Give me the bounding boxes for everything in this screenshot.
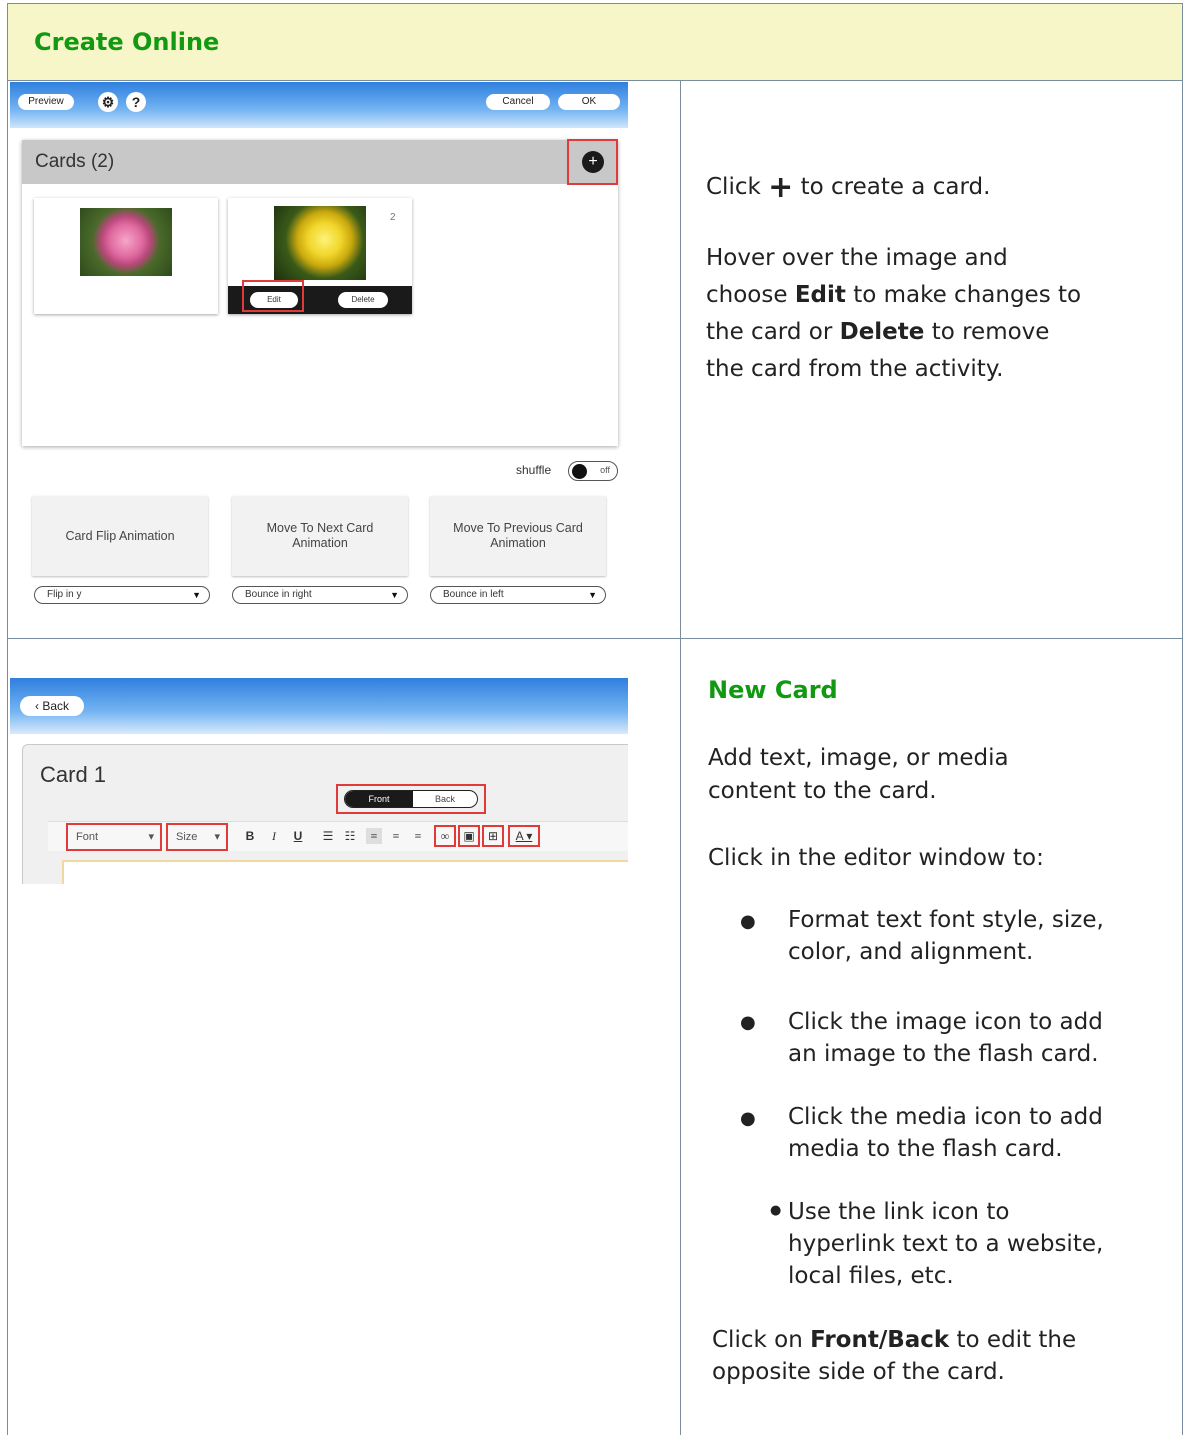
instruction-line: Click on Front/Back to edit the (712, 1327, 1077, 1353)
instruction-line: Add text, image, or media (708, 745, 1009, 771)
toggle-knob (572, 464, 587, 479)
editor-toolbar: Preview ⚙ ? Cancel OK (10, 82, 628, 128)
column-divider (680, 81, 681, 1435)
instruction-line: opposite side of the card. (712, 1359, 1005, 1385)
cards-header: Cards (2) + (22, 139, 618, 185)
instruction-line: Click the media icon to add (788, 1104, 1103, 1130)
pink-rose-image (80, 208, 172, 276)
bullet-media: Click the media icon to add media to the… (788, 1101, 1103, 1165)
editor-topbar: ‹ Back (10, 678, 628, 734)
align-center-icon[interactable]: ≡ (388, 828, 404, 844)
yellow-rose-image (274, 206, 366, 280)
instruction-line: Use the link icon to (788, 1199, 1010, 1225)
size-dropdown[interactable]: Size ▾ (168, 827, 226, 847)
underline-button[interactable]: U (290, 828, 306, 844)
card-title: Card 1 (40, 762, 107, 787)
instruction-line: media to the flash card. (788, 1136, 1063, 1162)
card-thumbnail[interactable]: 2 Edit Delete (228, 198, 412, 314)
link-icon[interactable]: ∞ (437, 828, 453, 844)
align-left-icon[interactable]: ≡ (366, 828, 382, 844)
prev-animation-select[interactable]: Bounce in left ▼ (430, 586, 606, 604)
header-title: Create Online (34, 28, 220, 56)
next-animation-select[interactable]: Bounce in right ▼ (232, 586, 408, 604)
plus-icon: + (768, 170, 794, 205)
flip-animation-select[interactable]: Flip in y ▼ (34, 586, 210, 604)
add-content-text: Add text, image, or media content to the… (708, 742, 1009, 808)
instruction-text: to create a card. (800, 174, 991, 200)
chevron-down-icon: ▼ (390, 590, 399, 600)
front-back-instruction: Click on Front/Back to edit the opposite… (712, 1324, 1076, 1388)
table-header: Create Online (8, 4, 1182, 81)
next-card-animation-option[interactable]: Move To Next Card Animation (232, 496, 408, 576)
editor-text-area[interactable] (62, 860, 628, 884)
instruction-text: Click (706, 174, 761, 200)
instruction-line: local files, etc. (788, 1263, 954, 1289)
select-value: Flip in y (47, 589, 82, 600)
select-value: Bounce in left (443, 589, 504, 600)
cancel-button[interactable]: Cancel (486, 94, 550, 110)
back-button[interactable]: ‹ Back (20, 696, 84, 716)
shuffle-label: shuffle (516, 463, 552, 477)
instruction-line: choose Edit to make changes to (706, 282, 1082, 308)
plus-icon[interactable]: + (582, 151, 604, 173)
bullet-dot: ● (740, 1108, 756, 1129)
bullet-link: Use the link icon to hyperlink text to a… (788, 1196, 1103, 1292)
image-icon[interactable]: ▣ (461, 828, 477, 844)
back-tab[interactable]: Back (413, 791, 477, 807)
create-card-instruction: Click + to create a card. (706, 166, 990, 206)
bullet-dot: ● (740, 1012, 756, 1033)
select-value: Bounce in right (245, 589, 312, 600)
ok-button[interactable]: OK (558, 94, 620, 110)
align-right-icon[interactable]: ≡ (410, 828, 426, 844)
front-tab[interactable]: Front (345, 791, 413, 807)
instruction-line: Click the image icon to add (788, 1009, 1103, 1035)
cards-editor-screenshot: Preview ⚙ ? Cancel OK Cards (2) + 2 Edit… (10, 82, 628, 608)
card-editor-screenshot: ‹ Back Card 1 Front Back Font ▾ Size ▾ B I… (10, 678, 628, 884)
toggle-state: off (600, 465, 610, 475)
font-dropdown[interactable]: Font ▾ (68, 827, 160, 847)
hover-instruction: Hover over the image and choose Edit to … (706, 240, 1081, 388)
card-flip-animation-option[interactable]: Card Flip Animation (32, 496, 208, 576)
cards-title: Cards (2) (35, 151, 115, 172)
instruction-table: Create Online Preview ⚙ ? Cancel OK Card… (7, 3, 1183, 1435)
row-divider (8, 638, 1182, 639)
delete-button[interactable]: Delete (338, 292, 388, 308)
instruction-line: Hover over the image and (706, 245, 1008, 271)
numbered-list-icon[interactable]: ☰ (320, 828, 336, 844)
media-icon[interactable]: ⊞ (485, 828, 501, 844)
highlight-edit (242, 280, 304, 312)
prev-card-animation-option[interactable]: Move To Previous Card Animation (430, 496, 606, 576)
text-color-icon[interactable]: A ▾ (511, 828, 537, 844)
preview-button[interactable]: Preview (18, 94, 74, 110)
editor-intro-text: Click in the editor window to: (708, 845, 1044, 871)
bullet-dot: ● (770, 1203, 782, 1218)
chevron-down-icon: ▼ (192, 590, 201, 600)
instruction-line: content to the card. (708, 778, 937, 804)
bold-button[interactable]: B (242, 828, 258, 844)
card-number: 2 (390, 212, 396, 223)
chevron-down-icon: ▼ (588, 590, 597, 600)
instruction-line: the card from the activity. (706, 356, 1004, 382)
cards-panel: Cards (2) + 2 Edit Delete (22, 139, 618, 446)
instruction-line: color, and alignment. (788, 939, 1034, 965)
editor-format-toolbar: Font ▾ Size ▾ B I U ☰ ☷ ≡ ≡ ≡ ∞ ▣ ⊞ A ▾ (48, 821, 628, 851)
instruction-line: an image to the flash card. (788, 1041, 1099, 1067)
card-thumbnail[interactable] (34, 198, 218, 314)
bullet-dot: ● (740, 911, 756, 932)
instruction-line: Format text font style, size, (788, 907, 1104, 933)
front-back-toggle[interactable]: Front Back (344, 790, 478, 808)
gear-icon[interactable]: ⚙ (98, 92, 118, 112)
shuffle-toggle[interactable]: off (568, 461, 618, 481)
instruction-line: the card or Delete to remove (706, 319, 1050, 345)
new-card-title: New Card (708, 676, 838, 704)
help-button[interactable]: ? (126, 92, 146, 112)
bullet-list-icon[interactable]: ☷ (342, 828, 358, 844)
instruction-line: hyperlink text to a website, (788, 1231, 1104, 1257)
bullet-image: Click the image icon to add an image to … (788, 1006, 1103, 1070)
italic-button[interactable]: I (266, 828, 282, 844)
bullet-format: Format text font style, size, color, and… (788, 904, 1104, 968)
